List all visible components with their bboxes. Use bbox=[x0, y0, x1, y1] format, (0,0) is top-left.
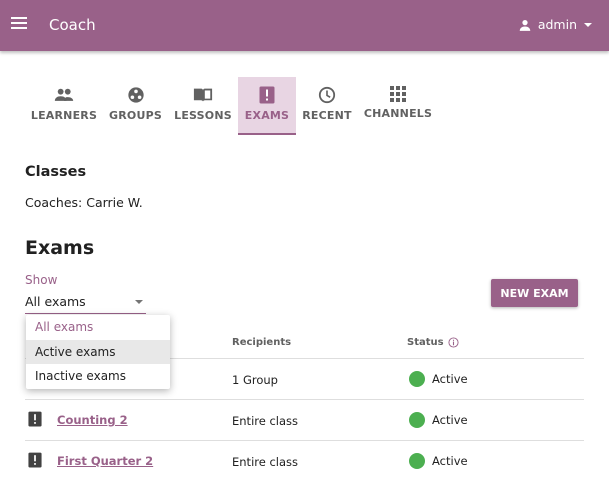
filter-option-all[interactable]: All exams bbox=[26, 315, 170, 340]
status-active-dot bbox=[409, 453, 425, 469]
status-header-label: Status bbox=[407, 337, 444, 348]
show-filter-label: Show bbox=[25, 273, 58, 287]
filter-option-inactive[interactable]: Inactive exams bbox=[26, 364, 170, 389]
people-icon bbox=[54, 88, 74, 101]
user-name: admin bbox=[537, 17, 577, 32]
table-row: Counting 2 Entire class Active bbox=[25, 400, 584, 441]
app-title: Coach bbox=[49, 16, 96, 34]
tab-recent-label: RECENT bbox=[302, 109, 352, 122]
tab-channels-label: CHANNELS bbox=[363, 107, 433, 120]
tab-lessons-label: LESSONS bbox=[174, 109, 232, 122]
new-exam-button[interactable]: NEW EXAM bbox=[491, 279, 578, 307]
tab-exams[interactable]: EXAMS bbox=[238, 77, 296, 135]
exam-icon bbox=[28, 452, 42, 468]
groups-icon bbox=[127, 87, 144, 103]
exam-recipients: Entire class bbox=[232, 414, 299, 428]
tab-groups[interactable]: GROUPS bbox=[103, 77, 168, 135]
caret-down-icon bbox=[135, 300, 143, 304]
exam-icon bbox=[28, 411, 42, 427]
table-row: First Quarter 2 Entire class Active bbox=[25, 441, 584, 482]
exam-title-link[interactable]: Counting 2 bbox=[57, 413, 128, 427]
exam-filter-value: All exams bbox=[25, 294, 86, 309]
user-menu[interactable]: admin bbox=[518, 17, 593, 32]
tab-recent[interactable]: RECENT bbox=[296, 77, 358, 135]
status-column-header: Status bbox=[407, 337, 459, 348]
chevron-down-icon bbox=[584, 22, 592, 27]
tab-groups-label: GROUPS bbox=[109, 109, 162, 122]
exam-status: Active bbox=[432, 413, 468, 427]
tab-learners-label: LEARNERS bbox=[30, 109, 98, 122]
person-icon bbox=[519, 19, 531, 31]
menu-icon[interactable] bbox=[11, 17, 27, 31]
info-icon[interactable] bbox=[448, 337, 459, 348]
exam-title-link[interactable]: First Quarter 2 bbox=[57, 454, 153, 468]
exam-filter-select[interactable]: All exams bbox=[25, 291, 146, 314]
grid-icon bbox=[390, 86, 406, 102]
app-bar: Coach admin bbox=[0, 0, 609, 51]
status-active-dot bbox=[409, 371, 425, 387]
exam-recipients: Entire class bbox=[232, 455, 299, 469]
tab-learners[interactable]: LEARNERS bbox=[25, 77, 103, 135]
status-active-dot bbox=[409, 412, 425, 428]
tab-exams-label: EXAMS bbox=[244, 109, 290, 122]
coaches-text: Coaches: Carrie W. bbox=[25, 195, 143, 210]
exam-status: Active bbox=[432, 372, 468, 386]
book-icon bbox=[193, 88, 213, 102]
filter-option-active[interactable]: Active exams bbox=[26, 339, 170, 364]
tab-channels[interactable]: CHANNELS bbox=[358, 77, 438, 135]
tab-lessons[interactable]: LESSONS bbox=[168, 77, 238, 135]
exam-recipients: 1 Group bbox=[232, 373, 278, 387]
exam-icon bbox=[259, 86, 275, 104]
exam-filter-dropdown: All exams Active exams Inactive exams bbox=[26, 315, 170, 389]
classes-heading: Classes bbox=[25, 164, 87, 180]
exam-status: Active bbox=[432, 454, 468, 468]
recipients-column-header: Recipients bbox=[232, 337, 292, 348]
coach-tabs: LEARNERS GROUPS LESSONS EXAMS RECENT CHA… bbox=[25, 77, 438, 135]
clock-icon bbox=[318, 86, 336, 104]
exams-heading: Exams bbox=[25, 237, 95, 259]
